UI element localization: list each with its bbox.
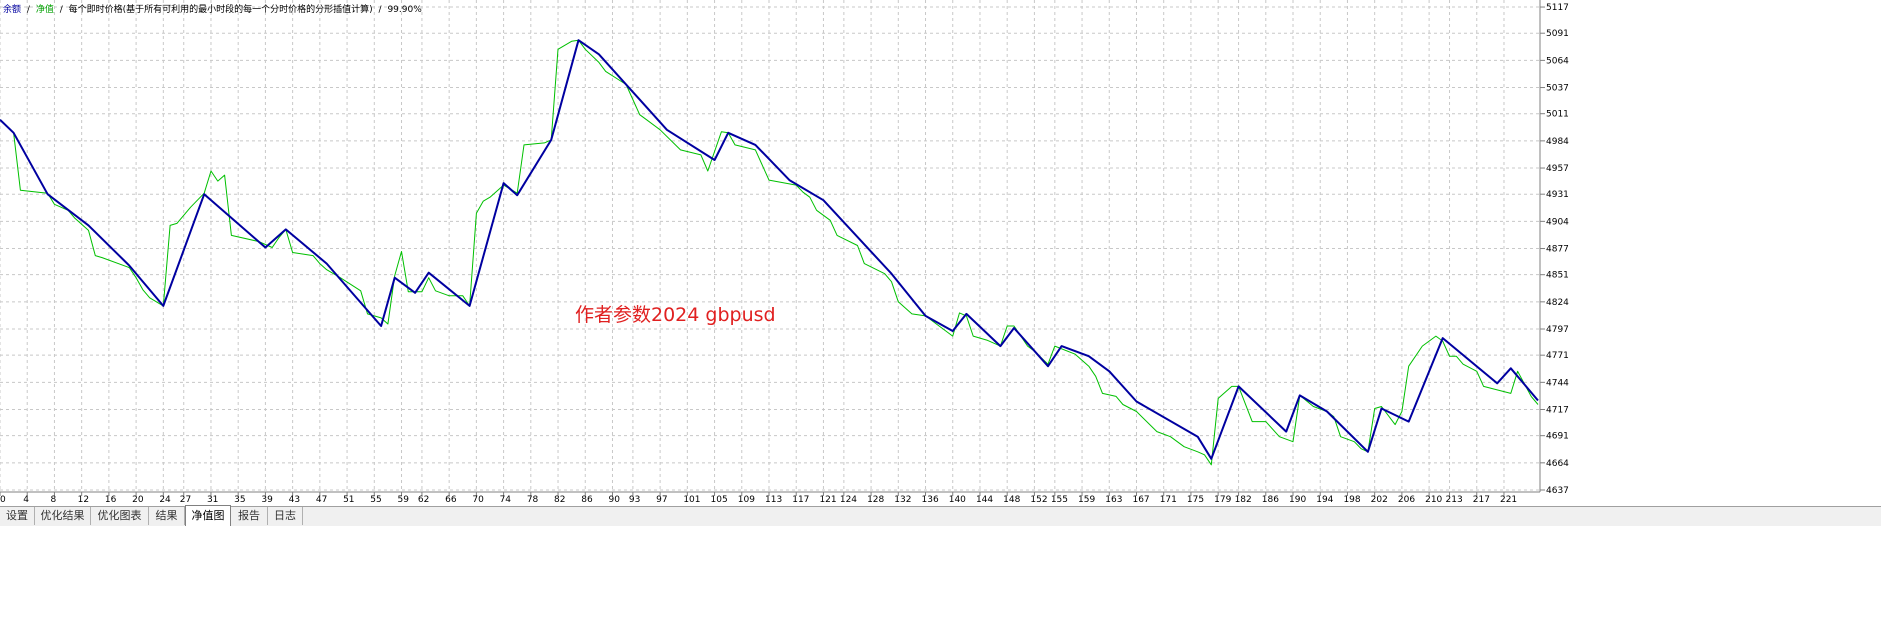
- x-tick-label: 210: [1425, 495, 1442, 505]
- x-tick-label: 194: [1316, 495, 1333, 505]
- y-tick-label: 4771: [1546, 351, 1569, 361]
- tab-report[interactable]: 报告: [231, 507, 268, 525]
- y-axis: 5117 5091 5064 5037 5011 4984 4957 4931 4904 4877…: [1540, 3, 1569, 496]
- y-tick-label: 4957: [1546, 164, 1569, 174]
- x-axis: 0 4 8 12 16 20 24 27 31 35 39 43 47 51 55 59 62 66 70 74 78 8…: [0, 492, 1517, 505]
- x-tick-label: 213: [1446, 495, 1463, 505]
- x-tick-label: 163: [1105, 495, 1122, 505]
- y-tick-label: 5117: [1546, 3, 1569, 13]
- x-tick-label: 124: [840, 495, 857, 505]
- x-tick-label: 121: [819, 495, 836, 505]
- x-tick-label: 70: [472, 495, 484, 505]
- x-tick-label: 82: [554, 495, 565, 505]
- x-tick-label: 47: [316, 495, 327, 505]
- x-tick-label: 182: [1235, 495, 1252, 505]
- tab-optimization-results[interactable]: 优化结果: [35, 507, 91, 525]
- x-tick-label: 31: [207, 495, 218, 505]
- header-balance-label: 余额: [3, 3, 21, 15]
- x-tick-label: 62: [418, 495, 429, 505]
- x-tick-label: 66: [445, 495, 457, 505]
- y-tick-label: 5091: [1546, 29, 1569, 39]
- x-tick-label: 43: [289, 495, 300, 505]
- x-tick-label: 55: [370, 495, 381, 505]
- x-tick-label: 186: [1262, 495, 1279, 505]
- x-tick-label: 140: [949, 495, 966, 505]
- x-tick-label: 155: [1051, 495, 1068, 505]
- tab-journal[interactable]: 日志: [268, 507, 303, 525]
- tab-settings[interactable]: 设置: [0, 507, 35, 525]
- x-tick-label: 109: [738, 495, 755, 505]
- y-tick-label: 4797: [1546, 325, 1569, 335]
- x-tick-label: 35: [234, 495, 245, 505]
- header-equity-label: 净值: [36, 3, 54, 15]
- x-tick-label: 8: [50, 495, 56, 505]
- x-tick-label: 202: [1371, 495, 1388, 505]
- x-tick-label: 16: [105, 495, 117, 505]
- x-tick-label: 20: [132, 495, 144, 505]
- x-tick-label: 148: [1003, 495, 1020, 505]
- x-tick-label: 179: [1214, 495, 1231, 505]
- header-sep-1: /: [27, 5, 31, 15]
- header-quality: 99.90%: [387, 5, 422, 15]
- y-tick-label: 4904: [1546, 217, 1569, 227]
- equity-chart: 5117 5091 5064 5037 5011 4984 4957 4931 4904 4877…: [0, 0, 1569, 505]
- x-tick-label: 78: [527, 495, 539, 505]
- y-tick-label: 4851: [1546, 271, 1569, 281]
- x-tick-label: 167: [1132, 495, 1149, 505]
- y-tick-label: 4877: [1546, 245, 1569, 255]
- x-tick-label: 51: [343, 495, 354, 505]
- tab-equity-graph[interactable]: 净值图: [185, 505, 231, 526]
- tab-bar: 设置 优化结果 优化图表 结果 净值图 报告 日志: [0, 505, 1881, 526]
- y-tick-label: 4744: [1546, 378, 1569, 388]
- tab-optimization-graph[interactable]: 优化图表: [91, 507, 149, 525]
- y-tick-label: 4691: [1546, 432, 1569, 442]
- y-tick-label: 4717: [1546, 406, 1569, 416]
- x-tick-label: 136: [922, 495, 939, 505]
- tab-results[interactable]: 结果: [149, 507, 185, 525]
- x-tick-label: 190: [1289, 495, 1306, 505]
- y-tick-label: 4824: [1546, 298, 1569, 308]
- x-tick-label: 206: [1398, 495, 1415, 505]
- y-tick-label: 5011: [1546, 110, 1569, 120]
- x-tick-label: 171: [1160, 495, 1177, 505]
- watermark-text: 作者参数2024 gbpusd: [575, 304, 776, 326]
- x-tick-label: 90: [608, 495, 620, 505]
- x-tick-label: 59: [398, 495, 410, 505]
- x-tick-label: 198: [1343, 495, 1360, 505]
- y-tick-label: 4931: [1546, 190, 1569, 200]
- plot-area: [0, 0, 1540, 492]
- y-tick-label: 5037: [1546, 84, 1569, 94]
- y-tick-label: 4984: [1546, 137, 1569, 147]
- x-tick-label: 97: [656, 495, 667, 505]
- x-tick-label: 86: [581, 495, 593, 505]
- x-tick-label: 27: [180, 495, 191, 505]
- x-tick-label: 217: [1473, 495, 1490, 505]
- y-tick-label: 4637: [1546, 486, 1569, 496]
- x-tick-label: 93: [629, 495, 640, 505]
- header-sep-3: /: [379, 5, 383, 15]
- x-tick-label: 132: [894, 495, 911, 505]
- x-tick-label: 128: [867, 495, 884, 505]
- x-tick-label: 74: [500, 495, 512, 505]
- x-tick-label: 39: [261, 495, 273, 505]
- x-tick-label: 152: [1030, 495, 1047, 505]
- y-tick-label: 4664: [1546, 459, 1569, 469]
- header-description: 每个即时价格(基于所有可利用的最小时段的每一个分时价格的分形插值计算): [69, 3, 373, 15]
- x-tick-label: 159: [1078, 495, 1095, 505]
- x-tick-label: 101: [683, 495, 700, 505]
- x-tick-label: 117: [792, 495, 809, 505]
- x-tick-label: 144: [976, 495, 993, 505]
- y-tick-label: 5064: [1546, 56, 1569, 66]
- x-tick-label: 0: [0, 495, 6, 505]
- header-sep-2: /: [60, 5, 64, 15]
- x-tick-label: 221: [1500, 495, 1517, 505]
- x-tick-label: 12: [78, 495, 89, 505]
- x-tick-label: 113: [765, 495, 782, 505]
- x-tick-label: 175: [1187, 495, 1204, 505]
- x-tick-label: 4: [23, 495, 29, 505]
- x-tick-label: 24: [159, 495, 171, 505]
- x-tick-label: 105: [711, 495, 728, 505]
